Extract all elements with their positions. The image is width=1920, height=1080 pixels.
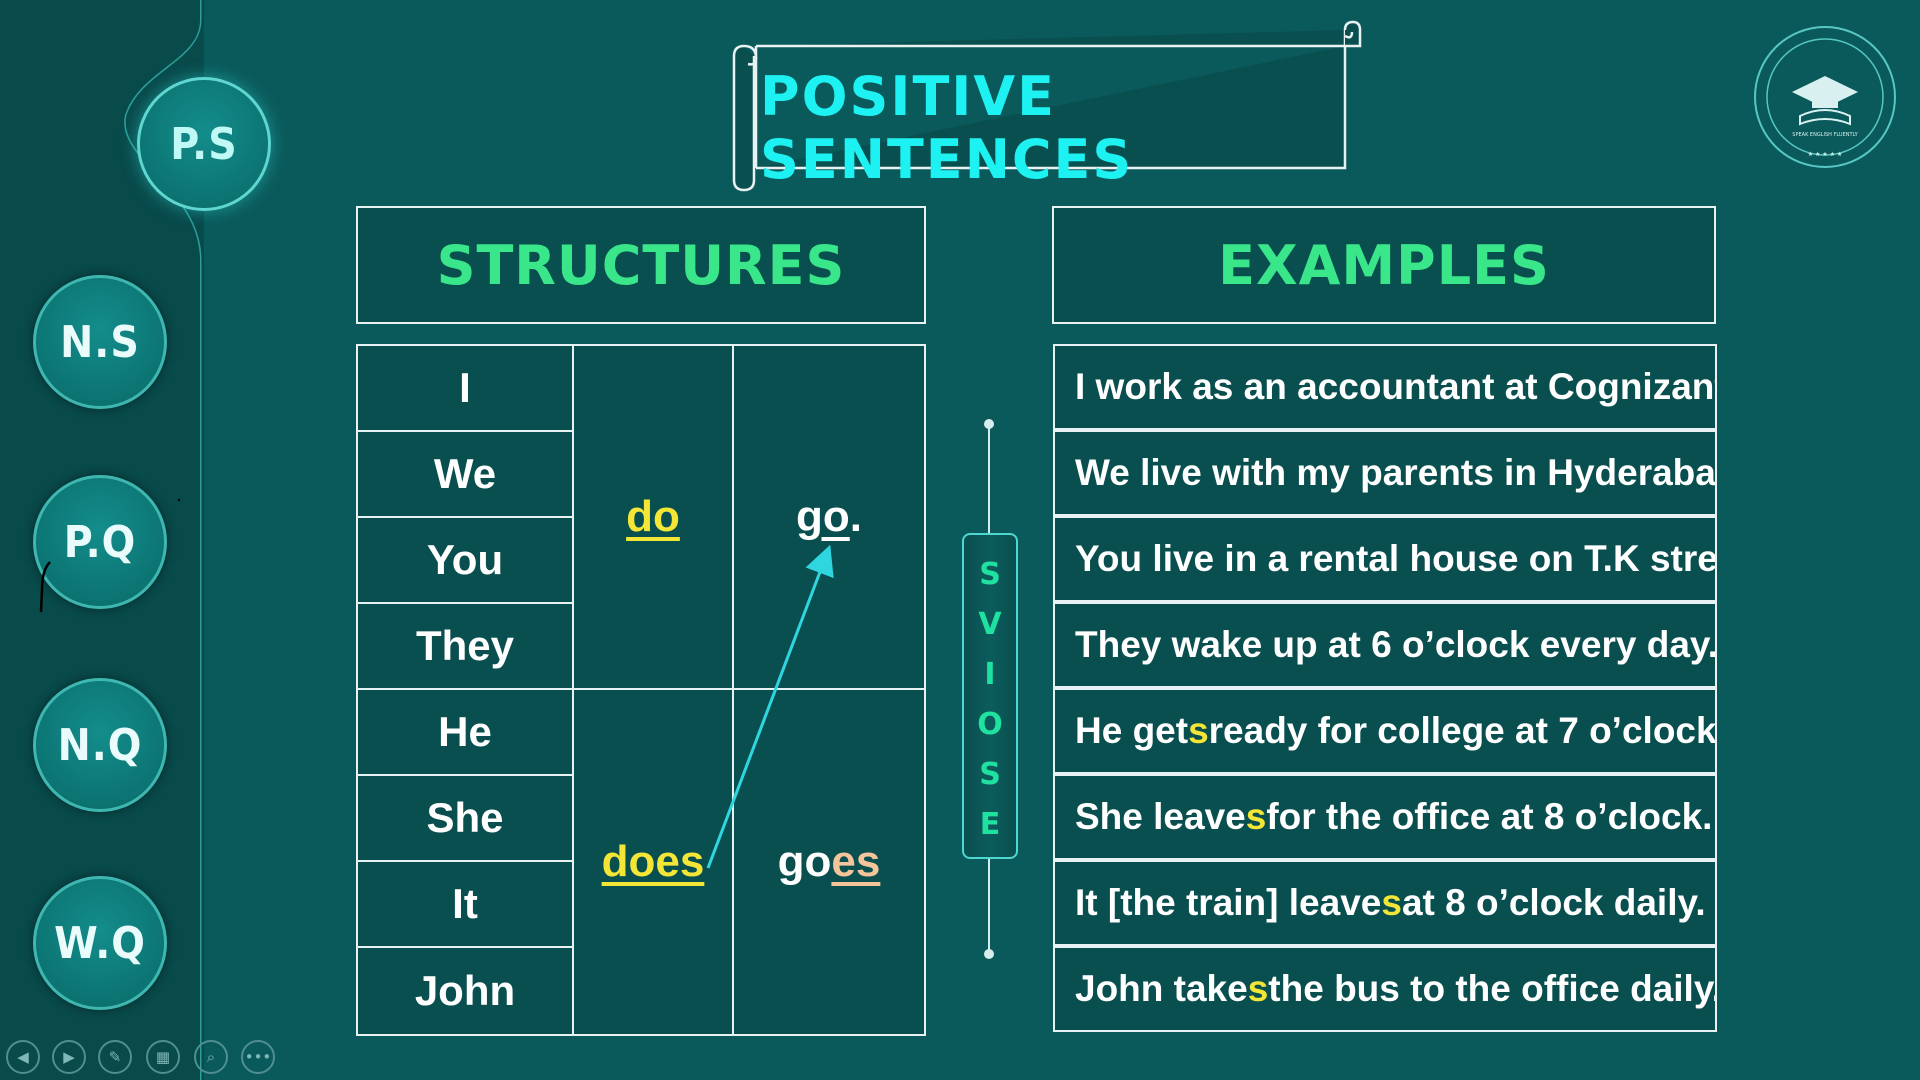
nav-button-ns[interactable]: N.S	[33, 275, 167, 409]
page-title: POSITIVE SENTENCES	[760, 65, 1134, 191]
nav-label: P.S	[170, 118, 238, 170]
aux-does: does	[601, 837, 705, 886]
example-row: You live in a rental house on T.K street…	[1053, 516, 1717, 602]
svioe-letter: O	[977, 707, 1003, 742]
verb-goes-stem: go	[777, 837, 832, 886]
nav-label: N.Q	[57, 719, 143, 771]
example-row: We live with my parents in Hyderabad.	[1053, 430, 1717, 516]
nav-label: P.Q	[63, 516, 137, 568]
aux-cell-singular: does	[572, 688, 734, 1036]
subject-cell: She	[356, 774, 574, 862]
subject-cell: We	[356, 430, 574, 518]
school-logo: SPEAK ENGLISH FLUENTLY ★ ★ ★ ★ ★	[1754, 26, 1896, 168]
example-row: I work as an accountant at Cognizant.	[1053, 344, 1717, 430]
example-row: She leave s for the office at 8 o’clock.	[1053, 774, 1717, 860]
slides-icon[interactable]: ▦	[146, 1040, 180, 1074]
example-text: She leave	[1075, 796, 1246, 837]
nav-button-wq[interactable]: W.Q	[33, 876, 167, 1010]
example-row: John take s the bus to the office daily.	[1053, 946, 1717, 1032]
example-highlight: s	[1245, 796, 1267, 837]
svg-text:★ ★ ★ ★ ★: ★ ★ ★ ★ ★	[1808, 151, 1843, 158]
examples-header-text: EXAMPLES	[1218, 233, 1550, 297]
more-icon[interactable]: •••	[241, 1040, 275, 1074]
subject-cell: It	[356, 860, 574, 948]
subject-cell: They	[356, 602, 574, 690]
example-text-rest: for the office at 8 o’clock.	[1266, 796, 1713, 837]
nav-button-ps[interactable]: P.S	[137, 77, 271, 211]
svioe-letter: V	[978, 607, 1002, 642]
previous-icon[interactable]: ◀	[6, 1040, 40, 1074]
svioe-letter: S	[979, 557, 1001, 592]
example-text-rest: the bus to the office daily.	[1268, 968, 1717, 1009]
next-icon[interactable]: ▶	[52, 1040, 86, 1074]
example-text: I work as an accountant at Cognizant.	[1075, 366, 1717, 407]
subject-cell: You	[356, 516, 574, 604]
aux-do: do	[626, 492, 680, 541]
example-highlight: s	[1247, 968, 1269, 1009]
example-highlight: s	[1381, 882, 1402, 923]
slide: P.S N.S P.Q N.Q W.Q POSITIVE SENTENCES S…	[0, 0, 1920, 1080]
structures-header-text: STRUCTURES	[436, 233, 846, 297]
example-text: They wake up at 6 o’clock every day.	[1075, 624, 1717, 665]
verb-punct: .	[849, 492, 862, 541]
examples-header: EXAMPLES	[1052, 206, 1716, 324]
svioe-label-bar: S V I O S E	[962, 533, 1018, 859]
zoom-icon[interactable]: ⌕	[194, 1040, 228, 1074]
pen-icon[interactable]: ✎	[98, 1040, 132, 1074]
example-text: We live with my parents in Hyderabad.	[1075, 452, 1717, 493]
svioe-letter: S	[979, 757, 1001, 792]
example-text: It [the train] leave	[1075, 882, 1382, 923]
nav-button-nq[interactable]: N.Q	[33, 678, 167, 812]
example-text-rest: at 8 o’clock daily.	[1401, 882, 1706, 923]
verb-go: go	[796, 492, 850, 541]
verb-cell-third: go es	[732, 688, 926, 1036]
example-text: He get	[1075, 710, 1189, 751]
verb-cell-base: go.	[732, 344, 926, 690]
example-row: It [the train] leave s at 8 o’clock daily…	[1053, 860, 1717, 946]
nav-button-pq[interactable]: P.Q	[33, 475, 167, 609]
example-text: John take	[1075, 968, 1248, 1009]
example-row: They wake up at 6 o’clock every day.	[1053, 602, 1717, 688]
svioe-letter: I	[984, 657, 996, 692]
svioe-letter: E	[979, 807, 1001, 842]
subject-cell: I	[356, 344, 574, 432]
nav-label: N.S	[60, 316, 140, 368]
structures-header: STRUCTURES	[356, 206, 926, 324]
example-highlight: s	[1188, 710, 1209, 751]
verb-goes-suffix: es	[831, 837, 881, 886]
subject-cell: He	[356, 688, 574, 776]
example-text-rest: ready for college at 7 o’clock.	[1208, 710, 1717, 751]
aux-cell-plural: do	[572, 344, 734, 690]
subject-cell: John	[356, 946, 574, 1036]
example-row: He get s ready for college at 7 o’clock.	[1053, 688, 1717, 774]
example-text: You live in a rental house on T.K street…	[1075, 538, 1717, 579]
svg-text:SPEAK ENGLISH FLUENTLY: SPEAK ENGLISH FLUENTLY	[1792, 132, 1858, 138]
nav-label: W.Q	[54, 917, 146, 969]
